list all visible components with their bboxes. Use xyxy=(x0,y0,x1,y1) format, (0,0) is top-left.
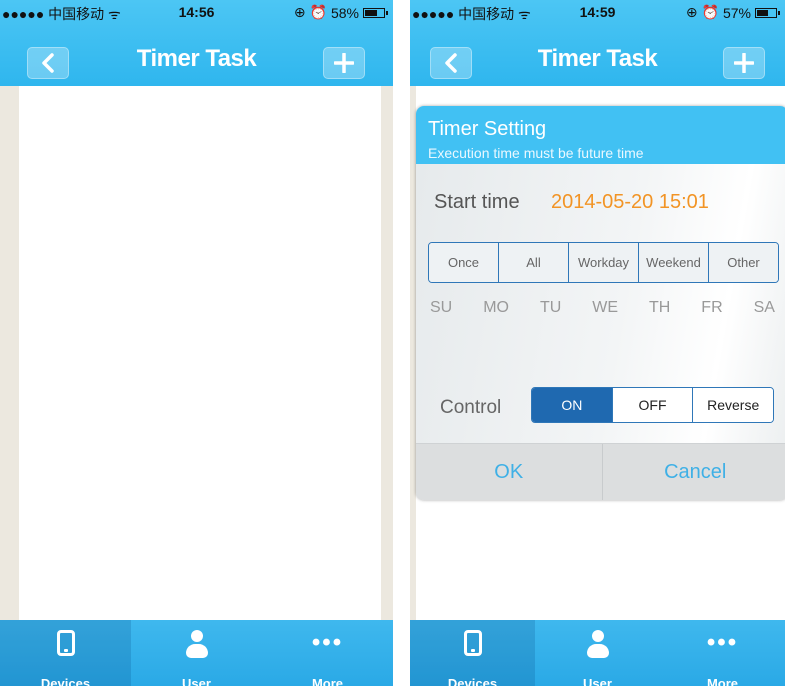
status-icons-glyphs: ⊕ ⏰ xyxy=(685,4,719,20)
screen-timer-task-empty: ●●●●● 中国移动 ᯤ 14:56 ⊕ ⏰ 58% Timer Task De… xyxy=(0,0,393,686)
status-bar: ●●●●● 中国移动 ᯤ 14:59 ⊕ ⏰ 57% xyxy=(410,0,785,24)
day-thursday[interactable]: TH xyxy=(649,299,670,317)
status-icons-glyphs: ⊕ ⏰ xyxy=(293,4,327,20)
tab-devices[interactable]: Devices xyxy=(0,620,131,686)
tab-bar: Devices User ••• More xyxy=(410,620,785,686)
timer-list xyxy=(0,86,393,620)
battery-icon xyxy=(363,7,388,18)
day-friday[interactable]: FR xyxy=(701,299,722,317)
tab-more-label: More xyxy=(311,676,344,686)
user-icon xyxy=(584,630,612,660)
day-sunday[interactable]: SU xyxy=(430,299,452,317)
ok-button[interactable]: OK xyxy=(416,444,603,500)
user-icon xyxy=(183,630,211,660)
tab-devices[interactable]: Devices xyxy=(410,620,535,686)
start-time-value[interactable]: 2014-05-20 15:01 xyxy=(551,191,709,214)
tab-user[interactable]: User xyxy=(131,620,262,686)
tab-more[interactable]: ••• More xyxy=(660,620,785,686)
day-wednesday[interactable]: WE xyxy=(592,299,618,317)
more-icon: ••• xyxy=(311,629,344,656)
status-bar: ●●●●● 中国移动 ᯤ 14:56 ⊕ ⏰ 58% xyxy=(0,0,393,24)
repeat-option-once[interactable]: Once xyxy=(429,243,499,282)
timer-setting-dialog: Timer Setting Execution time must be fut… xyxy=(416,106,785,500)
repeat-option-weekend[interactable]: Weekend xyxy=(639,243,709,282)
nav-header: ●●●●● 中国移动 ᯤ 14:56 ⊕ ⏰ 58% Timer Task xyxy=(0,0,393,86)
tab-user-label: User xyxy=(182,676,211,686)
add-timer-button[interactable] xyxy=(723,47,765,79)
repeat-option-all[interactable]: All xyxy=(499,243,569,282)
battery-percent: 58% xyxy=(330,4,359,21)
tab-devices-label: Devices xyxy=(40,676,91,686)
dialog-footer: OK Cancel xyxy=(416,443,785,500)
control-label: Control xyxy=(440,397,502,418)
nav-header: ●●●●● 中国移动 ᯤ 14:59 ⊕ ⏰ 57% Timer Task xyxy=(410,0,785,86)
tab-devices-label: Devices xyxy=(447,676,498,686)
control-reverse[interactable]: Reverse xyxy=(693,388,773,422)
tab-more[interactable]: ••• More xyxy=(262,620,393,686)
phone-icon xyxy=(56,630,75,656)
battery-percent: 57% xyxy=(722,4,751,21)
tab-user[interactable]: User xyxy=(535,620,660,686)
phone-icon xyxy=(463,630,482,656)
repeat-option-other[interactable]: Other xyxy=(709,243,778,282)
dialog-title: Timer Setting xyxy=(428,118,547,140)
weekday-selector: SU MO TU WE TH FR SA xyxy=(430,299,775,317)
dialog-body: Start time 2014-05-20 15:01 Once All Wor… xyxy=(416,164,785,443)
control-off[interactable]: OFF xyxy=(612,388,694,422)
start-time-label: Start time xyxy=(434,191,520,213)
tab-user-label: User xyxy=(583,676,612,686)
cancel-button[interactable]: Cancel xyxy=(603,444,785,500)
add-timer-button[interactable] xyxy=(323,47,365,79)
dialog-subtitle: Execution time must be future time xyxy=(428,145,644,161)
day-saturday[interactable]: SA xyxy=(754,299,775,317)
battery-icon xyxy=(755,7,780,18)
screen-timer-setting: ●●●●● 中国移动 ᯤ 14:59 ⊕ ⏰ 57% Timer Task Ti… xyxy=(410,0,785,686)
repeat-option-workday[interactable]: Workday xyxy=(569,243,639,282)
more-icon: ••• xyxy=(706,629,739,656)
dialog-header: Timer Setting Execution time must be fut… xyxy=(416,106,785,164)
plus-icon xyxy=(734,53,754,73)
day-monday[interactable]: MO xyxy=(483,299,509,317)
plus-icon xyxy=(334,53,354,73)
repeat-mode-selector: Once All Workday Weekend Other xyxy=(428,242,779,283)
day-tuesday[interactable]: TU xyxy=(540,299,561,317)
status-icons: ⊕ ⏰ 57% xyxy=(685,4,780,21)
tab-bar: Devices User ••• More xyxy=(0,620,393,686)
control-selector: ON OFF Reverse xyxy=(531,387,774,423)
control-on[interactable]: ON xyxy=(532,388,613,422)
tab-more-label: More xyxy=(706,676,739,686)
status-icons: ⊕ ⏰ 58% xyxy=(293,4,388,21)
